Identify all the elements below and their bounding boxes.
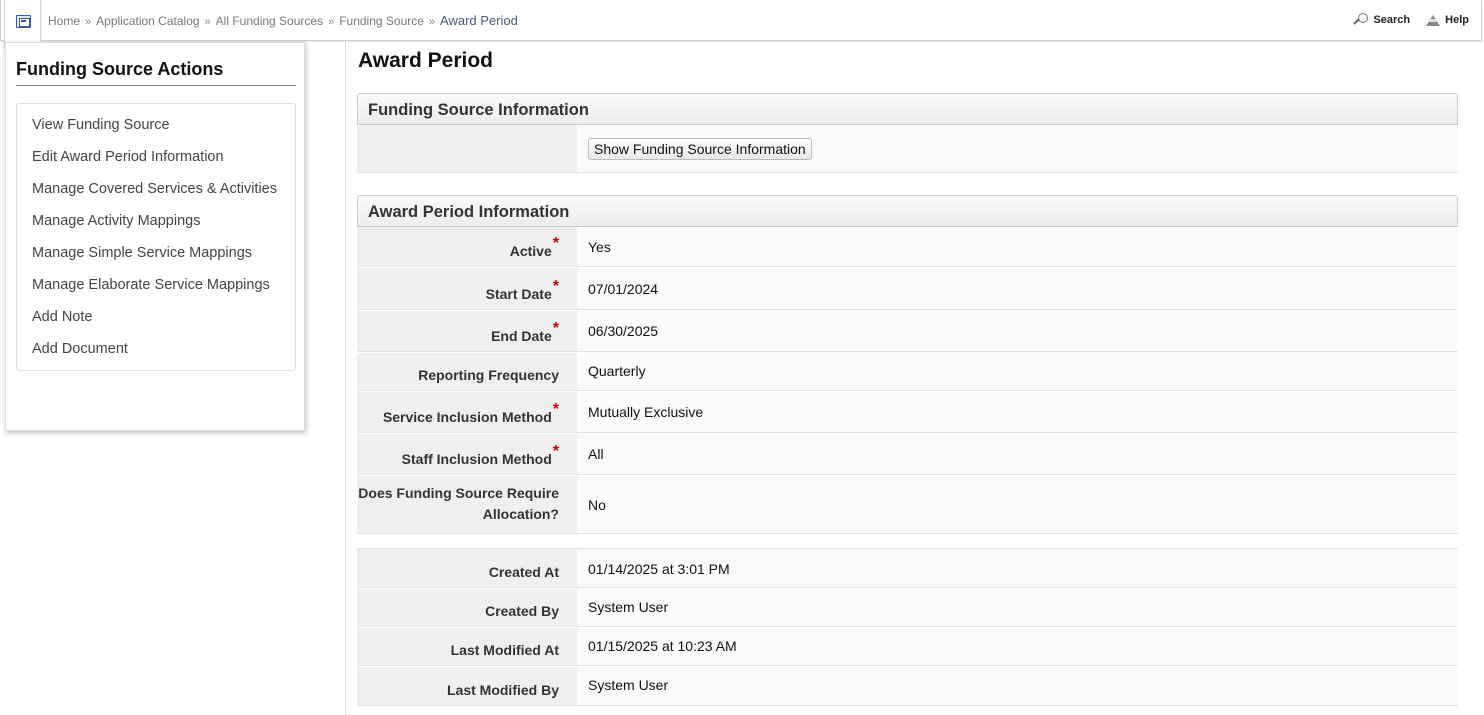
active-value: Yes — [577, 227, 1458, 266]
breadcrumb-current: Award Period — [440, 13, 518, 28]
reporting-frequency-label: Reporting Frequency — [357, 353, 577, 390]
help-label: Help — [1445, 14, 1469, 26]
required-marker: * — [552, 320, 559, 337]
start-date-label: Start Date — [485, 286, 552, 302]
created-at-row: Created At 01/14/2025 at 3:01 PM — [357, 548, 1458, 588]
allocation-label: Does Funding Source Require Allocation? — [357, 476, 577, 533]
action-manage-activity-mappings[interactable]: Manage Activity Mappings — [17, 210, 295, 242]
modified-by-row: Last Modified By System User — [357, 667, 1458, 706]
action-list: View Funding Source Edit Award Period In… — [16, 103, 296, 371]
app-menu-icon — [16, 15, 31, 28]
service-inclusion-value: Mutually Exclusive — [577, 392, 1458, 432]
modified-at-label: Last Modified At — [357, 628, 577, 665]
service-inclusion-label: Service Inclusion Method — [382, 409, 552, 425]
breadcrumb: Home » Application Catalog » All Funding Sou… — [48, 13, 518, 28]
allocation-value: No — [577, 476, 1458, 533]
created-by-row: Created By System User — [357, 589, 1458, 627]
action-add-document[interactable]: Add Document — [17, 338, 295, 370]
reporting-frequency-value: Quarterly — [577, 353, 1458, 390]
funding-source-value: Show Funding Source Information — [577, 125, 1458, 172]
end-date-label: End Date — [491, 328, 552, 344]
created-at-value: 01/14/2025 at 3:01 PM — [577, 549, 1458, 587]
page-title: Award Period — [358, 49, 493, 72]
breadcrumb-separator: » — [204, 16, 211, 28]
search-button[interactable]: Search — [1354, 13, 1410, 27]
start-date-row: Start Date * 07/01/2024 — [357, 268, 1458, 310]
action-add-note[interactable]: Add Note — [17, 306, 295, 338]
top-bar: Home » Application Catalog » All Funding Sou… — [0, 0, 1482, 41]
modified-at-row: Last Modified At 01/15/2025 at 10:23 AM — [357, 628, 1458, 666]
created-by-label: Created By — [357, 589, 577, 626]
active-row: Active * Yes — [357, 227, 1458, 267]
start-date-value: 07/01/2024 — [577, 268, 1458, 309]
required-marker: * — [552, 235, 559, 252]
field-label: Service Inclusion Method * — [357, 392, 577, 432]
allocation-label-line2: Allocation? — [482, 506, 559, 522]
field-label: Active * — [357, 227, 577, 266]
search-icon — [1354, 13, 1369, 27]
breadcrumb-separator: » — [328, 16, 335, 28]
award-period-section-header: Award Period Information — [357, 195, 1458, 227]
show-funding-source-button[interactable]: Show Funding Source Information — [588, 137, 812, 160]
action-view-funding-source[interactable]: View Funding Source — [17, 114, 295, 146]
breadcrumb-application-catalog[interactable]: Application Catalog — [96, 14, 199, 28]
staff-inclusion-value: All — [577, 434, 1458, 474]
search-label: Search — [1373, 14, 1411, 26]
breadcrumb-separator: » — [85, 16, 92, 28]
header-actions: Search Help — [1354, 13, 1469, 27]
required-marker: * — [552, 278, 559, 295]
breadcrumb-funding-source[interactable]: Funding Source — [339, 14, 424, 28]
divider — [345, 42, 346, 715]
funding-source-row: Show Funding Source Information — [357, 125, 1458, 173]
empty-label — [357, 125, 577, 172]
sidebar-title: Funding Source Actions — [16, 59, 296, 86]
help-button[interactable]: Help — [1426, 14, 1469, 26]
field-label: End Date * — [357, 311, 577, 351]
breadcrumb-home[interactable]: Home — [48, 14, 80, 28]
active-label: Active — [509, 243, 552, 259]
help-icon — [1426, 14, 1441, 26]
staff-inclusion-label: Staff Inclusion Method — [401, 451, 552, 467]
funding-source-section-header: Funding Source Information — [357, 93, 1458, 125]
created-by-value: System User — [577, 589, 1458, 626]
action-manage-simple-service-mappings[interactable]: Manage Simple Service Mappings — [17, 242, 295, 274]
modified-by-value: System User — [577, 667, 1458, 705]
end-date-row: End Date * 06/30/2025 — [357, 311, 1458, 352]
action-manage-covered-services[interactable]: Manage Covered Services & Activities — [17, 178, 295, 210]
required-marker: * — [552, 443, 559, 460]
created-at-label: Created At — [357, 549, 577, 587]
action-manage-elaborate-service-mappings[interactable]: Manage Elaborate Service Mappings — [17, 274, 295, 306]
service-inclusion-row: Service Inclusion Method * Mutually Exclu… — [357, 392, 1458, 433]
action-edit-award-period[interactable]: Edit Award Period Information — [17, 146, 295, 178]
breadcrumb-all-funding-sources[interactable]: All Funding Sources — [216, 14, 323, 28]
end-date-value: 06/30/2025 — [577, 311, 1458, 351]
required-marker: * — [552, 401, 559, 418]
allocation-label-line1: Does Funding Source Require — [358, 485, 559, 501]
modified-at-value: 01/15/2025 at 10:23 AM — [577, 628, 1458, 665]
staff-inclusion-row: Staff Inclusion Method * All — [357, 434, 1458, 475]
breadcrumb-separator: » — [428, 16, 436, 28]
allocation-row: Does Funding Source Require Allocation? … — [357, 476, 1458, 534]
reporting-frequency-row: Reporting Frequency Quarterly — [357, 353, 1458, 391]
field-label: Start Date * — [357, 268, 577, 309]
field-label: Staff Inclusion Method * — [357, 434, 577, 474]
sidebar: Funding Source Actions View Funding Sour… — [5, 42, 305, 431]
modified-by-label: Last Modified By — [357, 667, 577, 705]
